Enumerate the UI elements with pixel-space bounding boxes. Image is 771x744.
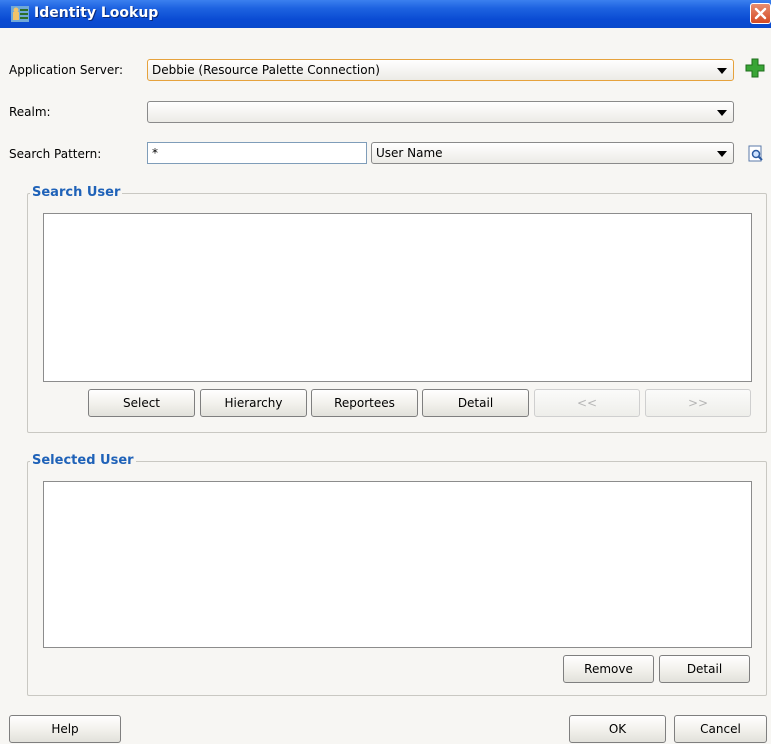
search-pattern-value: *	[152, 146, 158, 160]
select-button[interactable]: Select	[88, 389, 195, 417]
app-server-label: Application Server:	[9, 63, 124, 77]
close-icon	[754, 7, 767, 20]
close-button[interactable]	[750, 3, 771, 24]
search-field-value: User Name	[376, 146, 443, 160]
cancel-button[interactable]: Cancel	[674, 715, 767, 743]
detail-button[interactable]: Detail	[422, 389, 529, 417]
realm-label: Realm:	[9, 105, 51, 119]
search-pattern-input[interactable]: *	[147, 142, 367, 164]
hierarchy-button[interactable]: Hierarchy	[200, 389, 307, 417]
identity-lookup-icon	[11, 6, 29, 22]
app-server-value: Debbie (Resource Palette Connection)	[152, 63, 380, 77]
identity-lookup-dialog: Identity Lookup Application Server: Debb…	[0, 0, 771, 744]
search-user-list[interactable]	[43, 213, 752, 382]
previous-page-button[interactable]: <<	[534, 389, 640, 417]
selected-user-title: Selected User	[30, 453, 136, 468]
selected-detail-button[interactable]: Detail	[659, 655, 750, 683]
app-server-combo[interactable]: Debbie (Resource Palette Connection)	[147, 59, 734, 81]
chevron-down-icon	[717, 110, 727, 116]
title-bar[interactable]: Identity Lookup	[0, 0, 771, 28]
selected-user-list[interactable]	[43, 481, 752, 648]
search-pattern-label: Search Pattern:	[9, 147, 102, 161]
search-user-title: Search User	[30, 185, 123, 200]
window-title: Identity Lookup	[34, 5, 159, 21]
chevron-down-icon	[717, 68, 727, 74]
reportees-button[interactable]: Reportees	[311, 389, 418, 417]
next-page-button[interactable]: >>	[645, 389, 751, 417]
remove-button[interactable]: Remove	[563, 655, 654, 683]
chevron-down-icon	[717, 151, 727, 157]
help-button[interactable]: Help	[9, 715, 121, 743]
ok-button[interactable]: OK	[569, 715, 666, 743]
realm-combo[interactable]	[147, 101, 734, 123]
add-connection-icon[interactable]	[745, 58, 765, 78]
search-field-combo[interactable]: User Name	[371, 142, 734, 164]
find-icon[interactable]	[747, 145, 765, 163]
